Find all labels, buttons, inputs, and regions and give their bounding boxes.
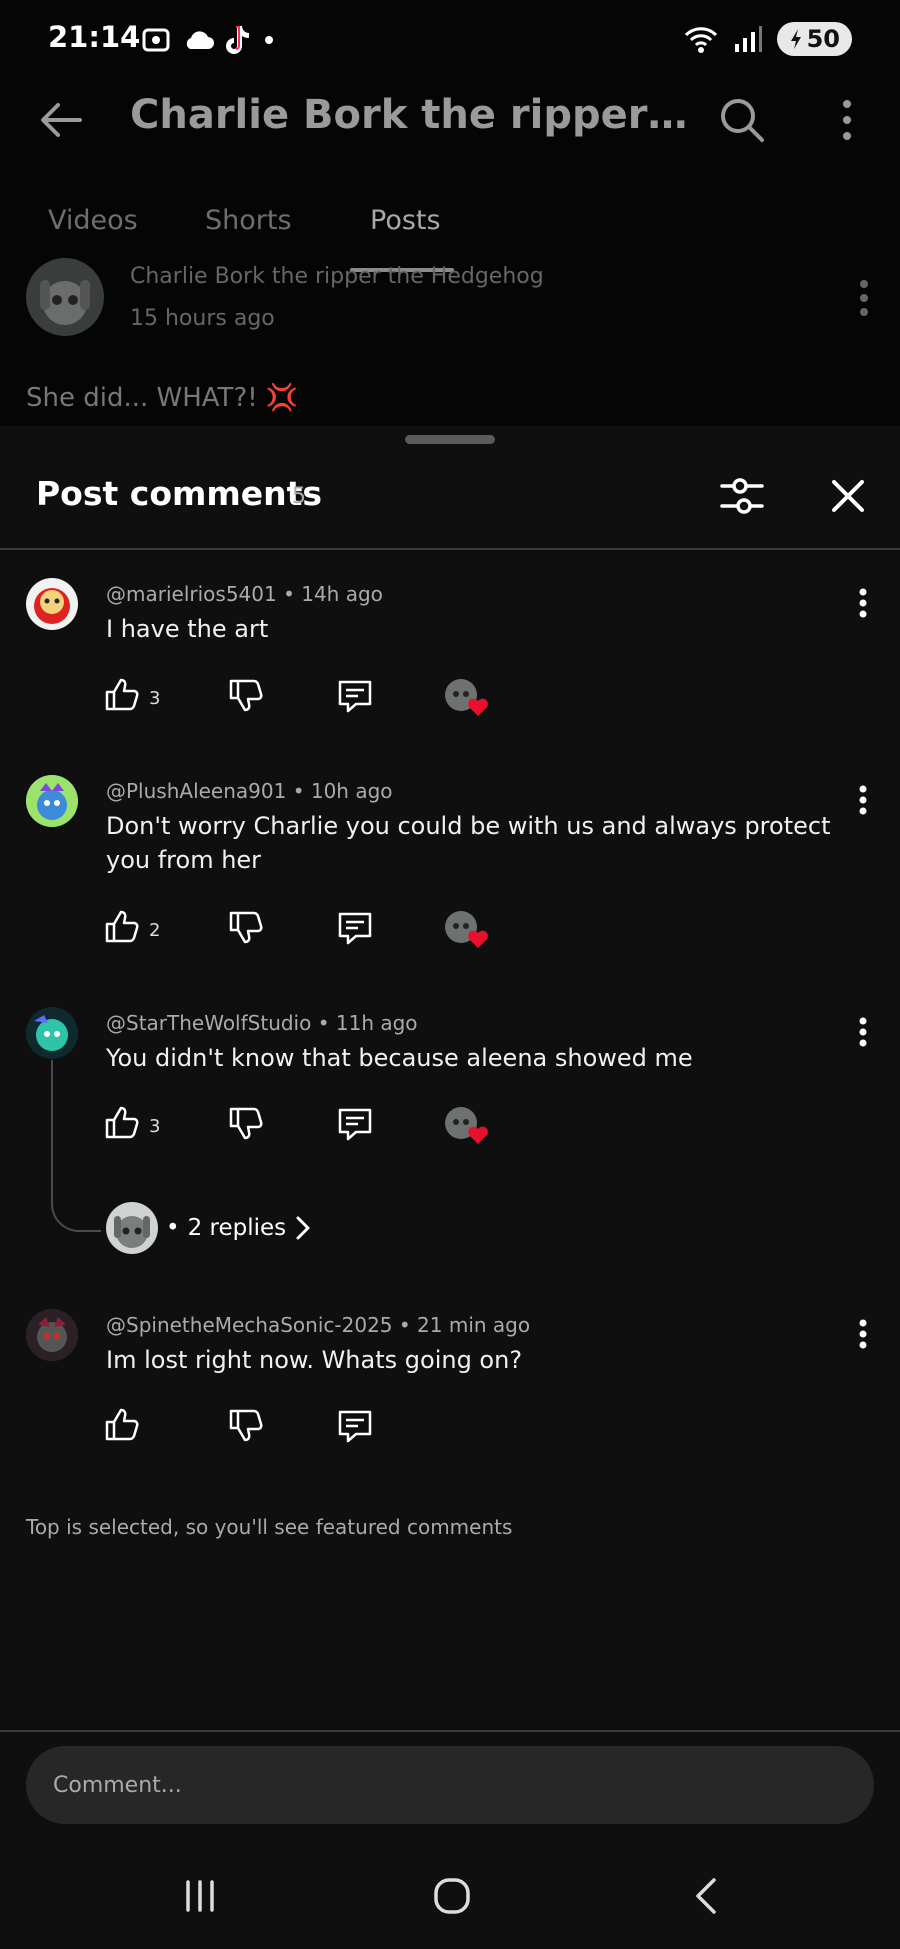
avatar <box>26 1007 78 1059</box>
comment-author[interactable]: @PlushAleena901 <box>106 779 286 803</box>
like-icon[interactable] <box>104 1406 140 1442</box>
input-divider <box>0 1730 900 1732</box>
creator-heart-icon <box>444 910 490 950</box>
thread-line <box>51 1060 101 1232</box>
like-icon[interactable] <box>104 908 140 944</box>
comment-more-icon[interactable] <box>856 588 870 618</box>
comment-meta: @StarTheWolfStudio • 11h ago <box>106 1011 418 1035</box>
comment-author[interactable]: @marielrios5401 <box>106 582 277 606</box>
comment-count: 5 <box>292 484 306 509</box>
status-time: 21:14 <box>48 20 141 54</box>
avatar <box>26 775 78 827</box>
avatar <box>26 258 104 336</box>
comments-sheet <box>0 426 900 1949</box>
cloud-icon <box>182 29 214 51</box>
dot-icon <box>262 33 276 47</box>
replies-label: 2 replies <box>187 1215 287 1241</box>
reply-icon[interactable] <box>336 1106 374 1142</box>
replies-button[interactable]: • 2 replies <box>106 1202 312 1254</box>
home-icon[interactable] <box>432 1876 472 1916</box>
post-text: She did... WHAT?! 💢 <box>26 383 299 413</box>
screenshot-icon <box>140 26 172 54</box>
like-count: 3 <box>149 688 161 709</box>
like-icon[interactable] <box>104 1104 140 1140</box>
like-count: 3 <box>149 1116 161 1137</box>
creator-heart-icon <box>444 678 490 718</box>
page-title: Charlie Bork the ripper th... <box>130 92 690 138</box>
reply-icon[interactable] <box>336 1408 374 1444</box>
more-vertical-icon[interactable] <box>836 98 858 142</box>
dislike-icon[interactable] <box>228 910 264 946</box>
status-left-icons <box>140 24 276 56</box>
post-time: 15 hours ago <box>130 306 275 331</box>
battery-level: 50 <box>806 25 840 53</box>
comment-text: I have the art <box>106 615 269 643</box>
tab-shorts[interactable]: Shorts <box>205 205 292 236</box>
status-right-icons: 50 <box>683 22 852 56</box>
sort-footnote: Top is selected, so you'll see featured … <box>26 1515 513 1539</box>
reply-icon[interactable] <box>336 910 374 946</box>
comment-more-icon[interactable] <box>856 1319 870 1349</box>
post-more-icon[interactable] <box>856 278 872 318</box>
comment-text: You didn't know that because aleena show… <box>106 1044 693 1072</box>
sheet-divider <box>0 548 900 550</box>
filter-icon[interactable] <box>718 474 766 518</box>
comment-author[interactable]: @SpinetheMechaSonic-2025 <box>106 1313 393 1337</box>
reply-icon[interactable] <box>336 678 374 714</box>
comment-more-icon[interactable] <box>856 785 870 815</box>
search-icon[interactable] <box>718 96 766 144</box>
post-author: Charlie Bork the ripper the Hedgehog <box>130 264 544 289</box>
battery-icon: 50 <box>776 22 852 56</box>
avatar <box>26 1309 78 1361</box>
dislike-icon[interactable] <box>228 678 264 714</box>
recents-icon[interactable] <box>182 1878 218 1914</box>
chevron-right-icon <box>294 1215 312 1241</box>
comment-text: Im lost right now. Whats going on? <box>106 1346 523 1374</box>
comment-time: 11h ago <box>335 1011 418 1035</box>
avatar <box>26 578 78 630</box>
close-icon[interactable] <box>830 478 866 514</box>
dislike-icon[interactable] <box>228 1106 264 1142</box>
comment-time: 21 min ago <box>417 1313 531 1337</box>
dislike-icon[interactable] <box>228 1408 264 1444</box>
like-icon[interactable] <box>104 676 140 712</box>
comment-time: 14h ago <box>301 582 383 606</box>
tab-posts[interactable]: Posts <box>370 205 441 236</box>
tiktok-icon <box>224 24 252 56</box>
wifi-icon <box>683 24 719 54</box>
comment-text: Don't worry Charlie you could be with us… <box>106 812 831 874</box>
tab-videos[interactable]: Videos <box>48 205 138 236</box>
signal-icon <box>733 24 763 54</box>
comment-author[interactable]: @StarTheWolfStudio <box>106 1011 311 1035</box>
creator-heart-icon <box>444 1106 490 1146</box>
like-count: 2 <box>149 920 161 941</box>
back-icon[interactable] <box>690 1876 720 1916</box>
comment-meta: @marielrios5401 • 14h ago <box>106 582 383 606</box>
comment-time: 10h ago <box>310 779 393 803</box>
arrow-left-icon[interactable] <box>38 100 84 140</box>
drag-handle[interactable] <box>405 435 495 444</box>
sheet-title: Post comments <box>36 474 323 513</box>
comment-input-placeholder: Comment... <box>53 1773 182 1798</box>
comment-meta: @PlushAleena901 • 10h ago <box>106 779 393 803</box>
comment-meta: @SpinetheMechaSonic-2025 • 21 min ago <box>106 1313 531 1337</box>
comment-more-icon[interactable] <box>856 1017 870 1047</box>
avatar <box>106 1202 158 1254</box>
